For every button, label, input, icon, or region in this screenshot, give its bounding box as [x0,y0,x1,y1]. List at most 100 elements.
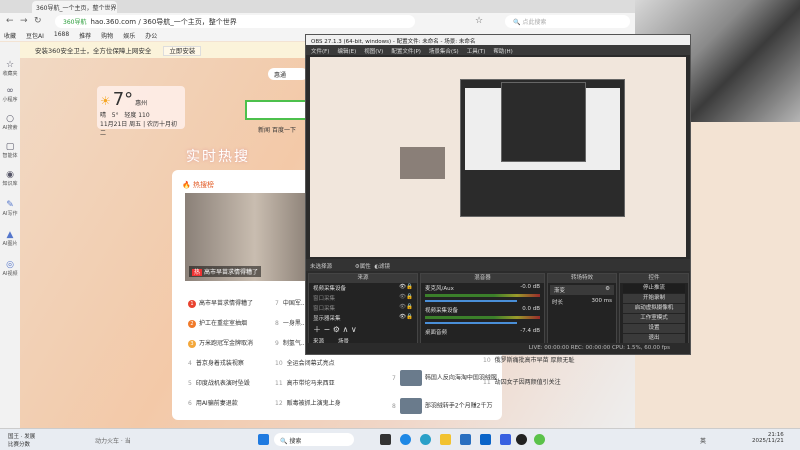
exit-button[interactable]: 退出 [623,334,685,343]
virtual-camera-button[interactable]: 启动虚拟摄像机 [623,304,685,313]
sidebar-item[interactable]: ◎ AI视频 [0,260,20,277]
hot-item[interactable]: 9 制氢气... [275,338,307,347]
obs-menu-item[interactable]: 工具(T) [467,47,486,55]
app-icon[interactable] [460,434,471,445]
install-button[interactable]: 立即安装 [163,46,202,56]
bookmark[interactable]: 推荐 [79,31,91,40]
hot-item[interactable]: 1 高市早苗求情得糟了 [188,298,253,308]
hot-item[interactable]: 8 部羽绒转手2个月赚2千万 [392,398,492,414]
url-input[interactable]: 360导航 hao.360.com / 360导航_一个主页，整个世界 [55,15,415,28]
hot-video[interactable]: 热高市早苗求情得糟了 [185,193,325,281]
obs-window: OBS 27.1.3 (64-bit, windows) - 配置文件: 未命名… [305,34,691,355]
back-icon[interactable]: ← [6,16,14,26]
media-widget[interactable]: 动力火车 · 当 [95,436,131,445]
hot-item-title: 部羽绒转手2个月赚2千万 [424,402,493,410]
edge-icon[interactable] [420,434,431,445]
volume-slider[interactable] [425,322,518,324]
clock[interactable]: 21:16 2025/11/21 [752,432,784,444]
taskbar-search[interactable]: 🔍 搜索 [274,433,354,446]
web-search-input[interactable] [245,100,307,120]
miniapp-icon: ∞ [6,86,14,96]
obs-menu-item[interactable]: 场景集合(S) [429,47,459,55]
video-thumbnail [399,370,422,386]
bookmark[interactable]: 办公 [145,31,157,40]
bookmark[interactable]: 购物 [101,31,113,40]
settings-button[interactable]: 设置 [623,324,685,333]
obs-menu-item[interactable]: 配置文件(P) [391,47,421,55]
app-icon[interactable] [380,434,391,445]
hot-item[interactable]: 12 贩毒被抓上演鬼上身 [275,398,341,407]
rank: 1 [188,300,196,308]
folder-icon[interactable] [440,434,451,445]
app-icon[interactable] [400,434,411,445]
hot-item[interactable]: 3 万米跑冠军金牌取消 [188,338,253,348]
app-icon[interactable] [480,434,491,445]
location-chip[interactable]: 惠通 [268,68,308,80]
sidebar-item[interactable]: ○ AI搜索 [0,114,20,131]
duration-input[interactable]: 300 ms [592,298,612,306]
hot-item[interactable]: 2 护工在重症室抽烟 [188,318,247,328]
browser-360-icon[interactable] [534,434,545,445]
source-toolbar-buttons[interactable]: ＋ − ⚙ ∧ ∨ [309,323,417,336]
tab-news[interactable]: 新闻 [258,127,270,134]
hot-item[interactable]: 6 用AI骗前妻退款 [188,398,238,407]
obs-icon[interactable] [516,434,527,445]
sidebar-item[interactable]: ∞ 小程序 [0,86,20,103]
obs-menu-item[interactable]: 编辑(E) [337,47,356,55]
studio-mode-button[interactable]: 工作室模式 [623,314,685,323]
start-recording-button[interactable]: 开始录制 [623,294,685,303]
hot-item[interactable]: 7 中国军... [275,298,307,307]
source-item[interactable]: 显示器采集 👁🔒 [309,313,417,323]
properties-button[interactable]: 属性 [360,264,371,270]
bookmark[interactable]: 收藏 [4,31,16,40]
rank: 4 [188,360,192,367]
source-item[interactable]: 窗口采集 👁🔒 [309,293,417,303]
source-item[interactable]: 窗口采集 👁🔒 [309,303,417,313]
hot-item[interactable]: 5 印度战机表演时坠毁 [188,378,250,387]
tab-baidu[interactable]: 百度一下 [272,127,296,134]
news-widget[interactable]: 国王 · 发展 比赛分数 [8,432,35,448]
date: 11月21日 周五 [100,121,142,128]
obs-menu-item[interactable]: 帮助(H) [493,47,512,55]
reload-icon[interactable]: ↻ [34,16,42,26]
favorites-icon: ☆ [5,60,15,70]
rank: 2 [188,320,196,328]
condition: 晴 [100,112,107,119]
obs-menu-item[interactable]: 视图(V) [364,47,383,55]
hot-item[interactable]: 4 普京身着戎装视察 [188,358,244,367]
transitions-dock: 转场特效 渐变 ⚙ 时长 300 ms [547,273,617,345]
ai-image-icon: ▲ [6,230,14,240]
app-icon[interactable] [500,434,511,445]
sidebar-item[interactable]: ☆ 收藏夹 [0,60,20,77]
bookmark[interactable]: 豆包AI [26,31,44,40]
sidebar-item[interactable]: ▢ 智能体 [0,142,20,159]
nested-obs-preview [501,82,586,162]
bookmark[interactable]: 娱乐 [123,31,135,40]
transition-select[interactable]: 渐变 ⚙ [550,285,614,295]
hot-item-title: 高市带坨马来西亚 [286,380,335,387]
browser-tab[interactable]: 360导航_一个主页，整个世界 ✕ [32,1,117,13]
hot-item-title: 全运会闭幕式亮点 [286,360,335,367]
language-indicator[interactable]: 英 [700,436,706,445]
stop-stream-button[interactable]: 停止推流 [623,284,685,293]
hot-item[interactable]: 8 一身黑... [275,318,307,327]
hot-item[interactable]: 7 韩国人反向海淘中国羽绒服 [392,370,497,386]
weather-card[interactable]: ☀ 7° 惠州 晴 5° 轻度 110 11月21日 周五 | 农历十月初二 [97,86,185,137]
source-item[interactable]: 视频采集设备 👁🔒 [309,283,417,293]
forward-icon[interactable]: → [20,16,28,26]
volume-slider[interactable] [425,300,518,302]
sidebar-item[interactable]: ▲ AI图片 [0,230,20,247]
hot-item[interactable]: 10 全运会闭幕式亮点 [275,358,335,367]
hot-item[interactable]: 10 俄罗斯痛批高市早苗 厚颜无耻 [483,355,575,364]
browser-search-input[interactable]: 🔍 点此搜索 [505,15,630,28]
obs-menu-item[interactable]: 文件(F) [311,47,329,55]
hot-item[interactable]: 11 劫囚女子因两颜值引关注 [483,377,561,386]
hot-item[interactable]: 11 高市带坨马来西亚 [275,378,335,387]
search-icon: ○ [6,114,14,124]
sidebar-item[interactable]: ◉ 知识库 [0,170,20,187]
bookmark[interactable]: 1688 [54,31,69,40]
start-icon[interactable] [258,434,269,445]
filters-button[interactable]: 滤镜 [379,264,390,270]
star-icon[interactable]: ☆ [475,16,483,26]
sidebar-item[interactable]: ✎ AI写作 [0,200,20,217]
